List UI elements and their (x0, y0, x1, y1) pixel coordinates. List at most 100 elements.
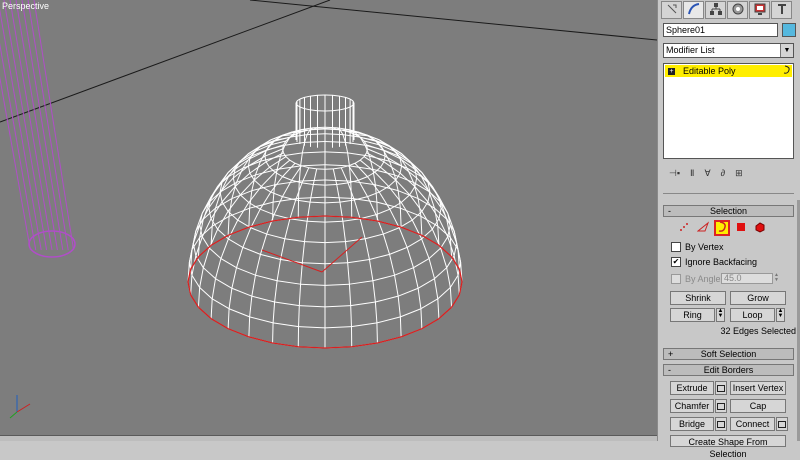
cap-button[interactable]: Cap (730, 399, 786, 413)
dome-edge (400, 166, 401, 173)
loop-button[interactable]: Loop (730, 308, 775, 322)
dome-edge (211, 299, 212, 319)
motion-tab[interactable] (727, 1, 748, 19)
settings-icon (778, 421, 786, 428)
ring-spinner[interactable]: ▲▼ (716, 308, 725, 322)
expand-icon[interactable]: + (668, 68, 675, 75)
selected-border-edge (439, 307, 452, 318)
grow-button[interactable]: Grow (730, 291, 786, 305)
polygon-mode-button[interactable] (733, 220, 749, 236)
extrude-settings-button[interactable] (715, 381, 727, 395)
viewport-label[interactable]: Perspective (2, 1, 49, 11)
ring-button[interactable]: Ring (670, 308, 715, 322)
selected-border-edge (249, 337, 273, 343)
remove-modifier-icon[interactable]: ∂ (721, 168, 725, 178)
dome-edge (255, 254, 260, 275)
by-angle-checkbox[interactable]: By Angle: (671, 274, 723, 284)
modifier-stack[interactable]: + Editable Poly (663, 63, 794, 159)
dome-edge (237, 247, 243, 267)
selected-border-edge (352, 343, 378, 347)
dome-edge (310, 185, 313, 203)
checkbox-box[interactable] (671, 274, 681, 284)
dome-edge (400, 317, 401, 337)
dome-edge (325, 327, 351, 328)
object-name-field[interactable]: Sphere01 (663, 23, 778, 37)
perspective-viewport[interactable]: Perspective (0, 0, 657, 441)
selection-rollout-title: Selection (710, 206, 747, 216)
chamfer-settings-button[interactable] (715, 399, 727, 413)
dome-edge (232, 191, 252, 199)
loop-spinner[interactable]: ▲▼ (776, 308, 785, 322)
dome-edge (301, 153, 303, 166)
soft-selection-rollout-header[interactable]: + Soft Selection (663, 348, 794, 360)
selected-border-edge (188, 282, 191, 295)
element-mode-button[interactable] (752, 220, 768, 236)
neck-edge (333, 110, 340, 111)
connect-settings-button[interactable] (776, 417, 788, 431)
selected-border-edge (459, 282, 462, 295)
show-end-result-icon[interactable]: Ⅱ (690, 168, 694, 179)
configure-sets-icon[interactable]: ⊞ (735, 168, 743, 179)
dome-edge (302, 183, 313, 185)
dome-edge (325, 263, 348, 264)
display-tab[interactable] (749, 1, 770, 19)
dome-edge (401, 195, 409, 203)
stack-item-editable-poly[interactable]: + Editable Poly (665, 65, 792, 77)
grid-line (250, 0, 657, 40)
dome-edge (273, 302, 275, 323)
create-shape-button[interactable]: Create Shape From Selection (670, 435, 786, 447)
create-tab[interactable] (661, 1, 682, 19)
dome-edge (422, 229, 433, 239)
make-unique-icon[interactable]: ∀ (704, 168, 710, 179)
cylinder-edge (22, 0, 63, 250)
checkbox-box[interactable] (671, 242, 681, 252)
utilities-icon (776, 3, 788, 17)
dome-edge (237, 268, 256, 275)
edge-mode-button[interactable] (695, 220, 711, 236)
ignore-backfacing-checkbox[interactable]: ✔ Ignore Backfacing (671, 257, 757, 267)
dome-edge (301, 263, 303, 284)
insert-vertex-button[interactable]: Insert Vertex (730, 381, 786, 395)
modify-tab[interactable] (683, 1, 704, 19)
dome-edge (421, 309, 422, 329)
dome-edge (228, 309, 229, 329)
pin-stack-icon[interactable]: ⊣▪ (669, 168, 680, 179)
chevron-down-icon[interactable]: ▼ (780, 44, 793, 57)
bridge-settings-button[interactable] (715, 417, 727, 431)
selection-rollout-header[interactable]: - Selection (663, 205, 794, 217)
edit-borders-rollout-header[interactable]: - Edit Borders (663, 364, 794, 376)
by-vertex-checkbox[interactable]: By Vertex (671, 242, 724, 252)
dome-edge (377, 323, 378, 343)
spinner-arrows[interactable]: ▲▼ (774, 273, 780, 284)
bridge-button[interactable]: Bridge (670, 417, 714, 431)
checkbox-box[interactable]: ✔ (671, 257, 681, 267)
dome-edge (351, 181, 352, 198)
cylinder-edge (28, 0, 68, 250)
extrude-button[interactable]: Extrude (670, 381, 714, 395)
dome-edge (218, 229, 229, 239)
dome-edge (299, 284, 300, 305)
dome-edge (250, 296, 252, 317)
dome-edge (349, 281, 372, 284)
neck-edge (300, 97, 305, 99)
dome-edge (228, 239, 242, 247)
hierarchy-tab[interactable] (705, 1, 726, 19)
dome-edge (307, 134, 325, 135)
border-mode-button[interactable] (714, 220, 730, 236)
modifier-list-dropdown[interactable]: Modifier List ▼ (663, 43, 794, 58)
selected-border-edge (228, 227, 249, 235)
dome-edge (250, 317, 273, 323)
by-angle-label: By Angle: (685, 274, 723, 284)
object-color-swatch[interactable] (782, 23, 796, 37)
dome-edge (251, 228, 267, 234)
dome-edge (198, 288, 199, 308)
vertex-mode-button[interactable] (676, 220, 692, 236)
dome-edge (422, 211, 432, 229)
shrink-button[interactable]: Shrink (670, 291, 726, 305)
angle-spinner-field[interactable]: 45.0 (721, 273, 773, 284)
chamfer-button[interactable]: Chamfer (670, 399, 714, 413)
dome-edge (438, 288, 451, 299)
settings-icon (717, 421, 725, 428)
connect-button[interactable]: Connect (730, 417, 775, 431)
utilities-tab[interactable] (771, 1, 792, 19)
